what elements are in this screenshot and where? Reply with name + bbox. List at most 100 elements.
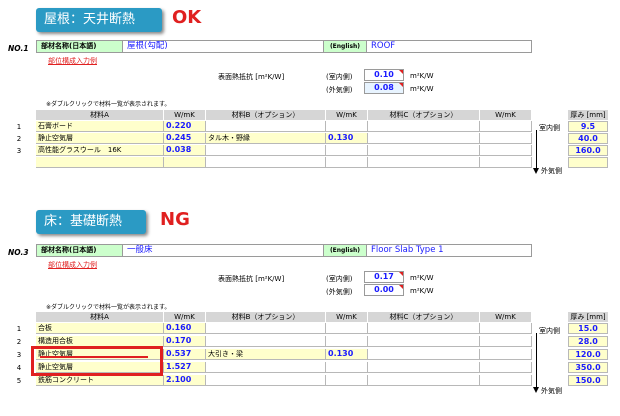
- material-c-cell[interactable]: [368, 349, 480, 360]
- direction-line: [536, 333, 537, 389]
- material-b-cell[interactable]: [206, 323, 326, 334]
- wmk-a-cell[interactable]: [164, 157, 206, 168]
- input-example-link[interactable]: 部位構成入力例: [48, 56, 97, 66]
- wmk-c-cell[interactable]: [480, 121, 532, 132]
- wmk-a-cell[interactable]: 0.038: [164, 145, 206, 156]
- name-label: 部材名称(日本語): [37, 41, 123, 52]
- inner-resistance-input[interactable]: 0.17: [364, 271, 404, 283]
- wmk-b-cell[interactable]: [326, 375, 368, 386]
- material-b-cell[interactable]: [206, 145, 326, 156]
- name-row: 部材名称(日本語) 一般床 (English) Floor Slab Type …: [36, 244, 532, 257]
- header-wmk-a: W/mK: [164, 312, 206, 322]
- outer-resistance-input[interactable]: 0.08: [364, 82, 404, 94]
- inner-label: (室内側): [326, 275, 353, 283]
- item-number: NO.3: [8, 248, 29, 257]
- header-thickness: 厚み [mm]: [568, 110, 608, 120]
- wmk-c-cell[interactable]: [480, 323, 532, 334]
- wmk-c-cell[interactable]: [480, 133, 532, 144]
- material-c-cell[interactable]: [368, 133, 480, 144]
- material-a-cell[interactable]: 合板: [36, 323, 164, 334]
- thickness-cell[interactable]: 160.0: [568, 145, 608, 156]
- thickness-cell[interactable]: 28.0: [568, 336, 608, 347]
- wmk-b-cell[interactable]: [326, 336, 368, 347]
- wmk-a-cell[interactable]: 0.245: [164, 133, 206, 144]
- name-jp-input[interactable]: 屋根(勾配): [127, 41, 317, 52]
- header-thickness: 厚み [mm]: [568, 312, 608, 322]
- name-en-input[interactable]: Floor Slab Type 1: [371, 245, 531, 256]
- header-material-c: 材料C（オプション）: [368, 110, 480, 120]
- wmk-b-cell[interactable]: [326, 157, 368, 168]
- thickness-cell[interactable]: 9.5: [568, 121, 608, 132]
- header-material-b: 材料B（オプション）: [206, 110, 326, 120]
- row-number: 1: [16, 123, 22, 131]
- wmk-c-cell[interactable]: [480, 375, 532, 386]
- material-a-cell[interactable]: 高性能グラスウール 16K: [36, 145, 164, 156]
- wmk-b-cell[interactable]: [326, 362, 368, 373]
- note-text: ※ダブルクリックで材料一覧が表示されます。: [46, 101, 171, 108]
- name-jp-input[interactable]: 一般床: [127, 245, 317, 256]
- material-b-cell[interactable]: タル木・野縁: [206, 133, 326, 144]
- english-label: (English): [323, 245, 367, 256]
- material-b-cell[interactable]: [206, 121, 326, 132]
- material-a-cell[interactable]: 鉄筋コンクリート: [36, 375, 164, 386]
- input-example-link[interactable]: 部位構成入力例: [48, 260, 97, 270]
- header-wmk-b: W/mK: [326, 312, 368, 322]
- header-wmk-c: W/mK: [480, 312, 532, 322]
- wmk-a-cell[interactable]: 1.527: [164, 362, 206, 373]
- thickness-cell[interactable]: 15.0: [568, 323, 608, 334]
- thickness-cell[interactable]: 40.0: [568, 133, 608, 144]
- header-wmk-b: W/mK: [326, 110, 368, 120]
- material-b-cell[interactable]: 大引き・梁: [206, 349, 326, 360]
- material-c-cell[interactable]: [368, 145, 480, 156]
- direction-line: [536, 130, 537, 170]
- inner-resistance-input[interactable]: 0.10: [364, 69, 404, 81]
- material-c-cell[interactable]: [368, 336, 480, 347]
- wmk-c-cell[interactable]: [480, 362, 532, 373]
- wmk-c-cell[interactable]: [480, 336, 532, 347]
- outdoor-label: 外気側: [541, 167, 562, 175]
- material-b-cell[interactable]: [206, 336, 326, 347]
- outer-resistance-input[interactable]: 0.00: [364, 284, 404, 296]
- material-b-cell[interactable]: [206, 157, 326, 168]
- inner-label: (室内側): [326, 73, 353, 81]
- wmk-b-cell[interactable]: 0.130: [326, 349, 368, 360]
- header-material-b: 材料B（オプション）: [206, 312, 326, 322]
- thickness-cell[interactable]: 150.0: [568, 375, 608, 386]
- wmk-b-cell[interactable]: [326, 323, 368, 334]
- material-c-cell[interactable]: [368, 121, 480, 132]
- material-b-cell[interactable]: [206, 375, 326, 386]
- wmk-a-cell[interactable]: 0.170: [164, 336, 206, 347]
- material-b-cell[interactable]: [206, 362, 326, 373]
- wmk-b-cell[interactable]: [326, 121, 368, 132]
- wmk-b-cell[interactable]: [326, 145, 368, 156]
- row-number: 4: [16, 364, 22, 372]
- wmk-c-cell[interactable]: [480, 157, 532, 168]
- material-c-cell[interactable]: [368, 375, 480, 386]
- outer-label: (外気側): [326, 86, 353, 94]
- resistance-label: 表面熱抵抗 [m²K/W]: [218, 275, 285, 283]
- wmk-a-cell[interactable]: 0.220: [164, 121, 206, 132]
- material-a-cell[interactable]: 静止空気層: [36, 133, 164, 144]
- outdoor-label: 外気側: [541, 387, 562, 395]
- name-en-input[interactable]: ROOF: [371, 41, 531, 52]
- row-number: 5: [16, 377, 22, 385]
- wmk-c-cell[interactable]: [480, 145, 532, 156]
- wmk-b-cell[interactable]: 0.130: [326, 133, 368, 144]
- wmk-c-cell[interactable]: [480, 349, 532, 360]
- material-a-cell[interactable]: 石膏ボード: [36, 121, 164, 132]
- inner-value: 0.10: [374, 70, 394, 79]
- unit-label: m²K/W: [410, 72, 434, 80]
- thickness-cell[interactable]: 120.0: [568, 349, 608, 360]
- wmk-a-cell[interactable]: 0.537: [164, 349, 206, 360]
- material-c-cell[interactable]: [368, 323, 480, 334]
- outer-value: 0.08: [374, 83, 394, 92]
- thickness-cell[interactable]: [568, 157, 608, 168]
- material-c-cell[interactable]: [368, 157, 480, 168]
- thickness-cell[interactable]: 350.0: [568, 362, 608, 373]
- wmk-a-cell[interactable]: 0.160: [164, 323, 206, 334]
- material-a-cell[interactable]: [36, 157, 164, 168]
- material-c-cell[interactable]: [368, 362, 480, 373]
- wmk-a-cell[interactable]: 2.100: [164, 375, 206, 386]
- unit-label: m²K/W: [410, 287, 434, 295]
- ng-badge: NG: [160, 209, 190, 230]
